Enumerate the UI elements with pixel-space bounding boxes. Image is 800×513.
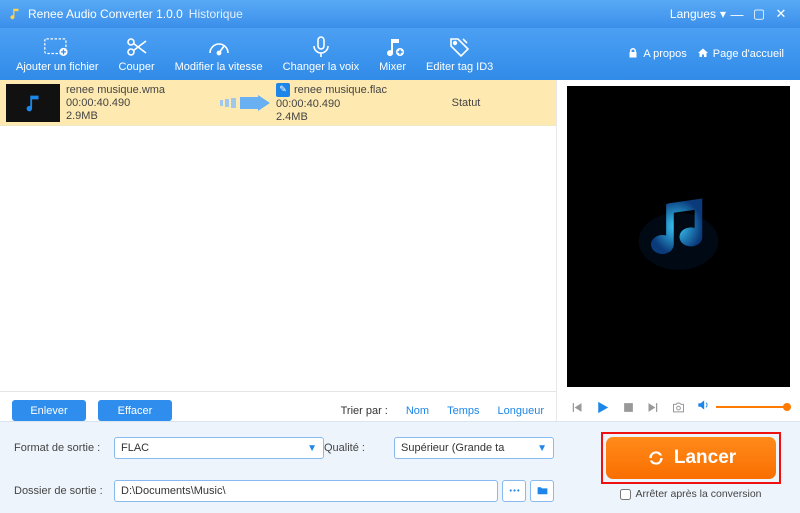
add-file-button[interactable]: Ajouter un fichier — [6, 33, 109, 75]
next-button[interactable] — [646, 400, 661, 415]
output-options: Format de sortie : FLAC ▼ Qualité : Supér… — [14, 432, 584, 507]
toolbar-label: Mixer — [379, 61, 406, 73]
dest-filename: renee musique.flac — [294, 84, 387, 96]
music-plus-icon — [380, 35, 406, 59]
voice-button[interactable]: Changer la voix — [273, 33, 369, 75]
snapshot-button[interactable] — [671, 400, 686, 415]
prev-button[interactable] — [569, 400, 584, 415]
source-size: 2.9MB — [66, 110, 216, 122]
quality-value: Supérieur (Grande ta — [401, 442, 504, 454]
chevron-down-icon: ▼ — [537, 443, 547, 454]
player-controls — [567, 387, 790, 421]
sort-by-time[interactable]: Temps — [447, 405, 479, 417]
toolbar: Ajouter un fichier Couper Modifier la vi… — [0, 28, 800, 80]
home-link[interactable]: Page d'accueil — [697, 47, 784, 62]
sort-bar: Trier par : Nom Temps Longueur — [341, 405, 544, 417]
about-label: A propos — [643, 48, 686, 60]
file-thumbnail — [6, 84, 60, 122]
chevron-down-icon: ▼ — [307, 443, 317, 454]
browse-folder-button[interactable] — [530, 480, 554, 502]
home-icon — [697, 47, 709, 62]
format-value: FLAC — [121, 442, 149, 454]
toolbar-label: Changer la voix — [283, 61, 359, 73]
speed-button[interactable]: Modifier la vitesse — [165, 33, 273, 75]
file-row[interactable]: renee musique.wma 00:00:40.490 2.9MB ✎ re… — [0, 80, 556, 126]
toolbar-label: Ajouter un fichier — [16, 61, 99, 73]
app-icon — [8, 7, 22, 21]
preview-area — [567, 86, 790, 387]
file-panel: renee musique.wma 00:00:40.490 2.9MB ✎ re… — [0, 80, 557, 421]
sort-label: Trier par : — [341, 405, 388, 417]
status-cell: Statut — [431, 97, 501, 109]
launch-highlight: Lancer — [601, 432, 781, 484]
lock-icon — [627, 47, 639, 62]
source-meta: renee musique.wma 00:00:40.490 2.9MB — [66, 84, 216, 122]
close-button[interactable]: ✕ — [770, 6, 792, 22]
format-select[interactable]: FLAC ▼ — [114, 437, 324, 459]
sort-by-name[interactable]: Nom — [406, 405, 429, 417]
language-menu[interactable]: Langues ▾ — [670, 7, 726, 21]
convert-arrow-icon — [216, 95, 276, 111]
volume-control[interactable] — [696, 398, 788, 417]
home-label: Page d'accueil — [713, 48, 784, 60]
dest-duration: 00:00:40.490 — [276, 98, 431, 110]
preview-panel — [557, 80, 800, 421]
stop-after-label: Arrêter après la conversion — [635, 488, 761, 500]
music-note-icon — [631, 189, 726, 284]
scissors-icon — [124, 35, 150, 59]
output-folder-field[interactable]: D:\Documents\Music\ — [114, 480, 498, 502]
dest-size: 2.4MB — [276, 111, 431, 123]
launch-area: Lancer Arrêter après la conversion — [596, 432, 786, 507]
folder-value: D:\Documents\Music\ — [121, 485, 226, 497]
file-list[interactable]: renee musique.wma 00:00:40.490 2.9MB ✎ re… — [0, 80, 556, 391]
edit-badge-icon: ✎ — [276, 83, 290, 97]
main: renee musique.wma 00:00:40.490 2.9MB ✎ re… — [0, 80, 800, 421]
format-label: Format de sortie : — [14, 442, 114, 454]
footer: Format de sortie : FLAC ▼ Qualité : Supér… — [0, 421, 800, 513]
speaker-icon — [696, 398, 710, 417]
refresh-icon — [646, 448, 666, 468]
remove-button[interactable]: Enlever — [12, 400, 86, 421]
stop-button[interactable] — [621, 400, 636, 415]
quality-select[interactable]: Supérieur (Grande ta ▼ — [394, 437, 554, 459]
play-button[interactable] — [594, 399, 611, 416]
app-title: Renee Audio Converter 1.0.0 — [28, 7, 183, 21]
clear-button[interactable]: Effacer — [98, 400, 172, 421]
about-link[interactable]: A propos — [627, 47, 686, 62]
quality-label: Qualité : — [324, 442, 394, 454]
maximize-button[interactable]: ▢ — [748, 6, 770, 22]
launch-button[interactable]: Lancer — [606, 437, 776, 479]
film-add-icon — [44, 35, 70, 59]
sort-by-length[interactable]: Longueur — [498, 405, 545, 417]
more-paths-button[interactable] — [502, 480, 526, 502]
microphone-icon — [308, 35, 334, 59]
toolbar-label: Couper — [119, 61, 155, 73]
mix-button[interactable]: Mixer — [369, 33, 416, 75]
source-filename: renee musique.wma — [66, 84, 216, 96]
toolbar-label: Editer tag ID3 — [426, 61, 493, 73]
toolbar-label: Modifier la vitesse — [175, 61, 263, 73]
minimize-button[interactable]: — — [726, 7, 748, 22]
launch-label: Lancer — [674, 447, 736, 469]
title-bar: Renee Audio Converter 1.0.0 Historique L… — [0, 0, 800, 28]
stop-after-input[interactable] — [620, 489, 631, 500]
edit-id3-button[interactable]: Editer tag ID3 — [416, 33, 503, 75]
cut-button[interactable]: Couper — [109, 33, 165, 75]
list-controls: Enlever Effacer Trier par : Nom Temps Lo… — [0, 391, 556, 421]
gauge-icon — [206, 35, 232, 59]
source-duration: 00:00:40.490 — [66, 97, 216, 109]
folder-label: Dossier de sortie : — [14, 485, 114, 497]
volume-slider[interactable] — [716, 406, 788, 408]
stop-after-checkbox[interactable]: Arrêter après la conversion — [620, 488, 761, 500]
dest-meta: ✎ renee musique.flac 00:00:40.490 2.4MB — [276, 83, 431, 123]
language-label: Langues — [670, 7, 716, 21]
tag-edit-icon — [447, 35, 473, 59]
history-link[interactable]: Historique — [189, 7, 243, 21]
